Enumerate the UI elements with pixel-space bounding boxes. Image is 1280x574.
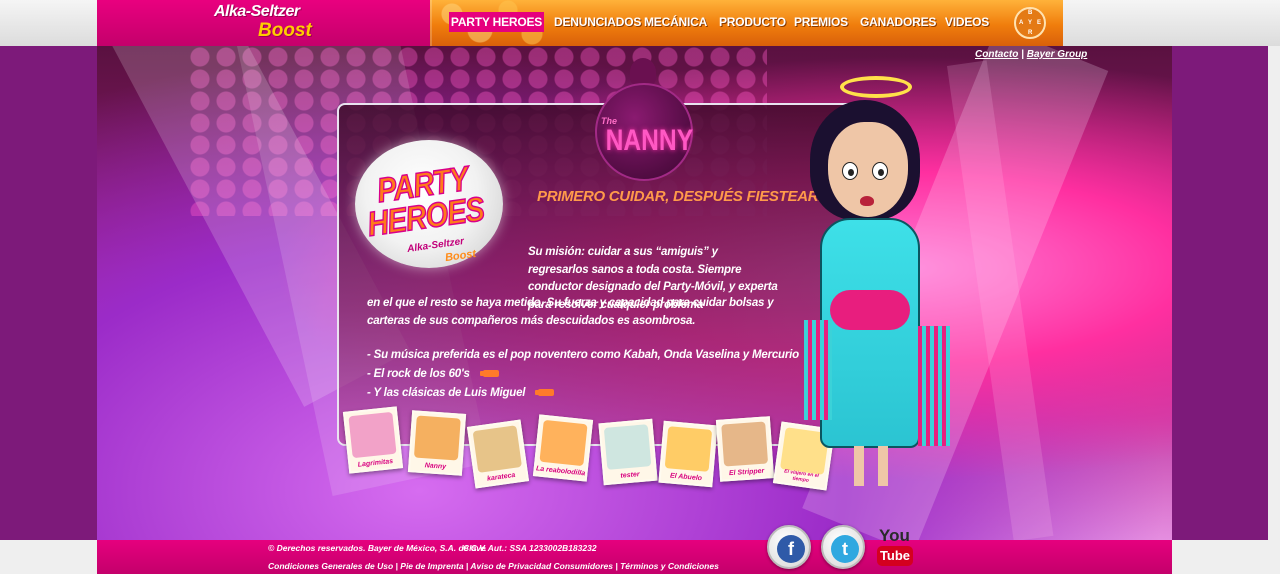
link-separator: | (1021, 49, 1024, 60)
bayer-group-link[interactable]: Bayer Group (1027, 49, 1088, 60)
audio-play-icon[interactable] (538, 389, 555, 397)
nav-premios[interactable]: PREMIOS (794, 12, 848, 32)
character-bag (804, 320, 832, 420)
nav-party-heroes[interactable]: PARTY HEROES (449, 12, 544, 32)
character-avatar (348, 411, 397, 459)
facebook-button[interactable]: f (767, 525, 811, 569)
copyright-text: © Derechos reservados. Bayer de México, … (268, 543, 487, 553)
character-card-reabolodilla[interactable]: La reabolodilla (532, 414, 594, 482)
bayer-letter: R (1028, 30, 1033, 36)
character-avatar (603, 424, 652, 470)
facebook-icon: f (777, 535, 805, 563)
bayer-letter: B (1028, 10, 1033, 16)
character-avatar (539, 419, 588, 467)
bayer-letter: E (1037, 20, 1042, 26)
logo-brand-text: Alka-Seltzer (214, 3, 300, 20)
top-links: Contacto | Bayer Group (975, 49, 1087, 60)
music-list-item: - Y las clásicas de Luis Miguel (367, 387, 828, 406)
bomb-fuse-icon (630, 58, 656, 86)
youtube-icon-tube: Tube (877, 546, 913, 566)
character-leg (854, 446, 864, 486)
logo-product-text: Boost (258, 20, 312, 41)
left-side-bar (0, 46, 97, 540)
character-eye (872, 162, 888, 180)
nanny-bomb-title: The NANNY (595, 58, 693, 186)
character-avatar (664, 426, 713, 472)
character-leg (878, 446, 888, 486)
main-nav: PARTY HEROES DENUNCIADOS MECÁNICA PRODUC… (430, 0, 1063, 46)
character-legs (848, 446, 898, 490)
character-card-label: Nanny (424, 462, 447, 471)
nanny-character-illustration (800, 70, 970, 510)
character-avatar (472, 425, 523, 473)
character-card-abuelo[interactable]: El Abuelo (658, 420, 718, 488)
bayer-letter: A (1019, 20, 1024, 26)
party-heroes-badge: PARTY HEROES Alka-Seltzer Boost (355, 140, 503, 268)
bayer-letter: Y (1028, 20, 1033, 26)
character-card-lagrimitas[interactable]: Lagrimitas (342, 406, 404, 474)
twitter-icon: t (831, 535, 859, 563)
character-avatar (413, 415, 461, 461)
character-name: NANNY (605, 124, 694, 157)
footer-right-margin (1172, 540, 1280, 574)
character-card-stripper[interactable]: El Stripper (715, 416, 775, 482)
nav-videos[interactable]: VIDEOS (944, 12, 990, 32)
footer-left-margin (0, 540, 97, 574)
character-tagline: PRIMERO CUIDAR, DESPUÉS FIESTEAR. (537, 188, 823, 205)
nav-mecanica[interactable]: MECÁNICA (644, 12, 707, 32)
halo-icon (840, 76, 912, 98)
character-eye (842, 162, 858, 180)
page-scroll-edge (1268, 46, 1280, 540)
nav-producto[interactable]: PRODUCTO (719, 12, 786, 32)
nav-ganadores[interactable]: GANADORES (860, 12, 936, 32)
character-description-2: en el que el resto se haya metido. Su fu… (367, 297, 774, 327)
music-item-text: - El rock de los 60's (367, 368, 470, 380)
clave-text: Clave Aut.: SSA 1233002B183232 (463, 543, 597, 553)
youtube-button[interactable]: You Tube (877, 526, 915, 568)
character-card-label: karateca (486, 471, 516, 483)
bayer-cross-icon[interactable]: B A Y E R (1014, 7, 1046, 39)
site-footer: © Derechos reservados. Bayer de México, … (0, 540, 1280, 574)
header-right-margin (1063, 0, 1280, 46)
character-card-label: Lagrimitas (357, 458, 394, 469)
audio-play-icon[interactable] (482, 370, 499, 378)
character-card-nanny[interactable]: Nanny (407, 410, 467, 476)
right-side-bar (1172, 46, 1280, 540)
music-list-item: - El rock de los 60's (367, 368, 828, 387)
header-left-margin (0, 0, 97, 46)
character-avatar (721, 421, 769, 467)
character-bag (918, 326, 950, 446)
footer-legal-links[interactable]: Condiciones Generales de Uso | Pie de Im… (268, 561, 719, 571)
music-item-text: - Su música preferida es el pop noventer… (367, 349, 799, 361)
character-card-label: El Abuelo (669, 472, 703, 483)
character-card-label: El Stripper (728, 467, 765, 478)
character-mouth (860, 196, 874, 206)
character-card-tester[interactable]: tester (598, 418, 658, 486)
character-dress (820, 218, 920, 448)
contacto-link[interactable]: Contacto (975, 49, 1018, 60)
character-card-label: La reabolodilla (535, 465, 586, 478)
alka-seltzer-boost-logo[interactable]: Alka-Seltzer Boost (200, 3, 330, 43)
character-sash (830, 290, 910, 330)
character-card-label: tester (620, 471, 640, 480)
music-list-item: - Su música preferida es el pop noventer… (367, 349, 828, 368)
music-list: - Su música preferida es el pop noventer… (367, 349, 828, 406)
music-item-text: - Y las clásicas de Luis Miguel (367, 387, 526, 399)
youtube-icon-you: You (879, 526, 910, 545)
twitter-button[interactable]: t (821, 525, 865, 569)
site-header: Alka-Seltzer Boost PARTY HEROES DENUNCIA… (0, 0, 1280, 46)
character-face (828, 122, 908, 217)
character-card-karateca[interactable]: karateca (466, 419, 530, 489)
nav-denunciados[interactable]: DENUNCIADOS (554, 12, 641, 32)
